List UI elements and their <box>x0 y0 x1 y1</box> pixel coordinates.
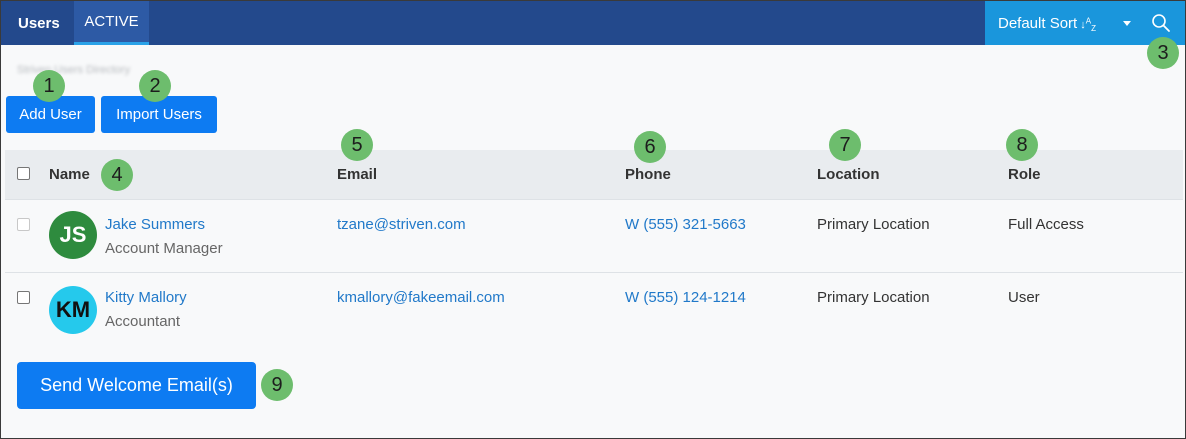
avatar-initials: JS <box>59 222 87 247</box>
annotation-badge-6: 6 <box>634 131 666 163</box>
top-bar: Users ACTIVE Default Sort ↓AZ <box>1 1 1185 45</box>
avatar-initials: KM <box>55 297 91 322</box>
user-location: Primary Location <box>817 289 930 306</box>
annotation-badge-1: 1 <box>33 70 65 102</box>
user-name-link[interactable]: Jake Summers <box>105 216 205 233</box>
annotation-badge-4: 4 <box>101 159 133 191</box>
tab-active[interactable]: ACTIVE <box>74 1 149 45</box>
user-phone-link[interactable]: W (555) 321-5663 <box>625 216 746 233</box>
user-name-link[interactable]: Kitty Mallory <box>105 289 187 306</box>
annotation-badge-8: 8 <box>1006 129 1038 161</box>
sort-dropdown[interactable]: Default Sort ↓AZ <box>998 15 1096 33</box>
column-header-name[interactable]: Name <box>49 166 90 183</box>
user-email-link[interactable]: tzane@striven.com <box>337 216 466 233</box>
annotation-badge-9: 9 <box>261 369 293 401</box>
user-title: Accountant <box>105 313 181 330</box>
annotation-badge-7: 7 <box>829 129 861 161</box>
avatar: KM <box>49 286 97 334</box>
send-welcome-email-button[interactable]: Send Welcome Email(s) <box>17 362 256 409</box>
user-phone-link[interactable]: W (555) 124-1214 <box>625 289 746 306</box>
user-location: Primary Location <box>817 216 930 233</box>
annotation-badge-5: 5 <box>341 129 373 161</box>
sort-label: Default Sort <box>998 15 1078 32</box>
avatar: JS <box>49 211 97 259</box>
user-role: User <box>1008 289 1040 306</box>
chevron-down-icon[interactable] <box>1123 21 1131 26</box>
search-icon[interactable] <box>1151 13 1171 33</box>
column-header-phone[interactable]: Phone <box>625 166 671 183</box>
column-header-role[interactable]: Role <box>1008 166 1041 183</box>
sort-az-icon: ↓AZ <box>1080 16 1096 34</box>
import-users-button[interactable]: Import Users <box>101 96 217 133</box>
annotation-badge-2: 2 <box>139 70 171 102</box>
user-email-link[interactable]: kmallory@fakeemail.com <box>337 289 505 306</box>
column-header-email[interactable]: Email <box>337 166 377 183</box>
annotation-badge-3: 3 <box>1147 37 1179 69</box>
table-header <box>5 150 1183 200</box>
row-divider <box>5 272 1183 273</box>
user-title: Account Manager <box>105 240 223 257</box>
column-header-location[interactable]: Location <box>817 166 880 183</box>
tab-users[interactable]: Users <box>18 15 60 32</box>
user-role: Full Access <box>1008 216 1084 233</box>
breadcrumb: Striven Users Directory <box>17 64 131 76</box>
row-checkbox[interactable] <box>17 218 30 231</box>
select-all-checkbox[interactable] <box>17 167 30 180</box>
row-checkbox[interactable] <box>17 291 30 304</box>
